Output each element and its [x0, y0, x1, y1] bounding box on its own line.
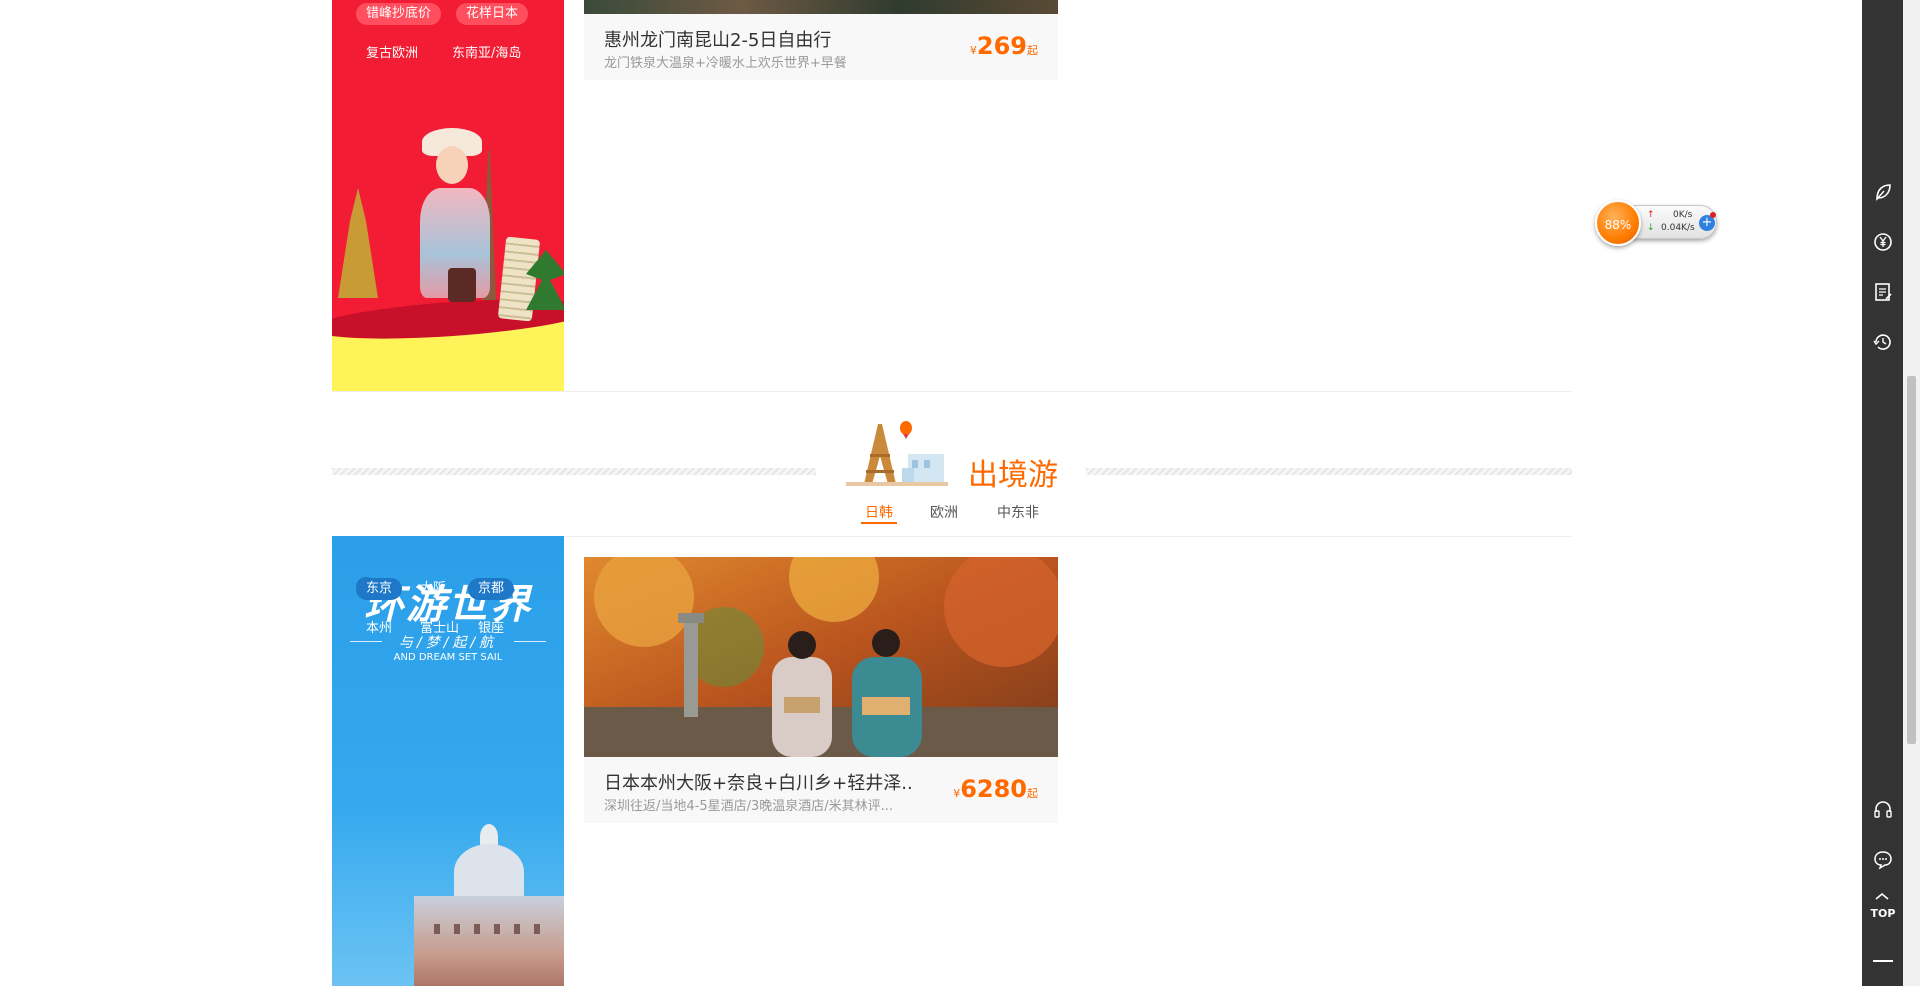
- price-value: 6280: [960, 775, 1027, 803]
- banner-english: AND DREAM SET SAIL: [393, 652, 503, 663]
- banner-tag[interactable]: 东京: [356, 578, 403, 600]
- memory-usage-ball[interactable]: 88%: [1595, 200, 1641, 246]
- product-price: ¥269起: [970, 32, 1038, 60]
- banner-tag[interactable]: 银座: [468, 618, 514, 640]
- venice-basilica-illustration: [414, 824, 564, 986]
- download-speed: 0.04K/s: [1661, 223, 1695, 233]
- notification-dot: [1710, 212, 1716, 218]
- headset-icon[interactable]: [1872, 799, 1894, 821]
- page: 错峰抄底价 花样日本 复古欧洲 东南亚/海岛 惠州龙门南昆山2-5日自由行 龙门…: [0, 0, 1920, 986]
- product-price: ¥6280起: [953, 775, 1038, 803]
- back-to-top-button[interactable]: TOP: [1862, 892, 1903, 922]
- promo-banner-red[interactable]: 错峰抄底价 花样日本 复古欧洲 东南亚/海岛: [332, 0, 564, 392]
- yen-circle-icon[interactable]: [1872, 231, 1894, 253]
- product-title[interactable]: 日本本州大阪+奈良+白川乡+轻井泽...: [604, 769, 914, 795]
- currency-symbol: ¥: [969, 44, 977, 57]
- upload-speed: 0K/s: [1673, 210, 1693, 220]
- arrow-up-icon: [1875, 892, 1889, 900]
- price-suffix: 起: [1027, 787, 1038, 800]
- download-arrow-icon: ↓: [1647, 223, 1655, 233]
- leaf-icon[interactable]: [1872, 181, 1894, 203]
- traveler-illustration: [380, 128, 540, 328]
- product-image[interactable]: [584, 557, 1058, 757]
- tab-middle-east-africa[interactable]: 中东非: [997, 502, 1039, 522]
- tab-japan-korea[interactable]: 日韩: [865, 502, 893, 522]
- product-title[interactable]: 惠州龙门南昆山2-5日自由行: [604, 26, 964, 52]
- scrollbar-thumb[interactable]: [1907, 376, 1916, 744]
- banner-tag[interactable]: 错峰抄底价: [356, 3, 442, 25]
- back-to-top-label: TOP: [1870, 907, 1896, 920]
- product-card[interactable]: 惠州龙门南昆山2-5日自由行 龙门铁泉大温泉+冷暖水上欢乐世界+早餐 ¥269起: [584, 14, 1058, 80]
- banner-tag[interactable]: 富士山: [410, 618, 469, 640]
- banner-tag[interactable]: 大阪: [410, 578, 456, 600]
- network-speed-widget[interactable]: 88% ↑ ↓ 0K/s 0.04K/s +: [1595, 200, 1721, 246]
- header-stripe-right: [1086, 468, 1572, 475]
- product-image[interactable]: [584, 0, 1058, 14]
- product-card[interactable]: 日本本州大阪+奈良+白川乡+轻井泽... 深圳往返/当地4-5星酒店/3晚温泉酒…: [584, 757, 1058, 823]
- active-tab-underline: [861, 522, 897, 524]
- tab-europe[interactable]: 欧洲: [930, 502, 958, 522]
- banner-tag[interactable]: 复古欧洲: [356, 43, 428, 65]
- price-suffix: 起: [1027, 44, 1038, 57]
- banner-tag[interactable]: 东南亚/海岛: [442, 43, 531, 65]
- banner-tag[interactable]: 花样日本: [456, 3, 529, 25]
- product-subtitle: 龙门铁泉大温泉+冷暖水上欢乐世界+早餐: [604, 56, 847, 71]
- product-subtitle: 深圳往返/当地4-5星酒店/3晚温泉酒店/米其林评...: [604, 799, 894, 814]
- minimize-icon[interactable]: [1873, 960, 1893, 962]
- banner-tag[interactable]: 京都: [468, 578, 515, 600]
- right-toolbar: TOP: [1862, 0, 1903, 986]
- vertical-scrollbar[interactable]: [1903, 0, 1920, 986]
- order-list-icon[interactable]: [1872, 281, 1894, 303]
- price-value: 269: [976, 32, 1027, 60]
- banner-tag[interactable]: 本州: [356, 618, 402, 640]
- golden-statue-illustration: [338, 188, 378, 298]
- section-title[interactable]: 出境游: [968, 450, 1058, 494]
- promo-banner-blue[interactable]: 环游世界 与/梦/起/航 AND DREAM SET SAIL 东京 大阪 京都…: [332, 536, 564, 986]
- chat-icon[interactable]: [1872, 849, 1894, 871]
- eiffel-tower-icon: [846, 421, 948, 486]
- header-stripe-left: [332, 468, 816, 475]
- history-icon[interactable]: [1872, 331, 1894, 353]
- section-divider: [332, 391, 1572, 392]
- upload-arrow-icon: ↑: [1647, 210, 1655, 220]
